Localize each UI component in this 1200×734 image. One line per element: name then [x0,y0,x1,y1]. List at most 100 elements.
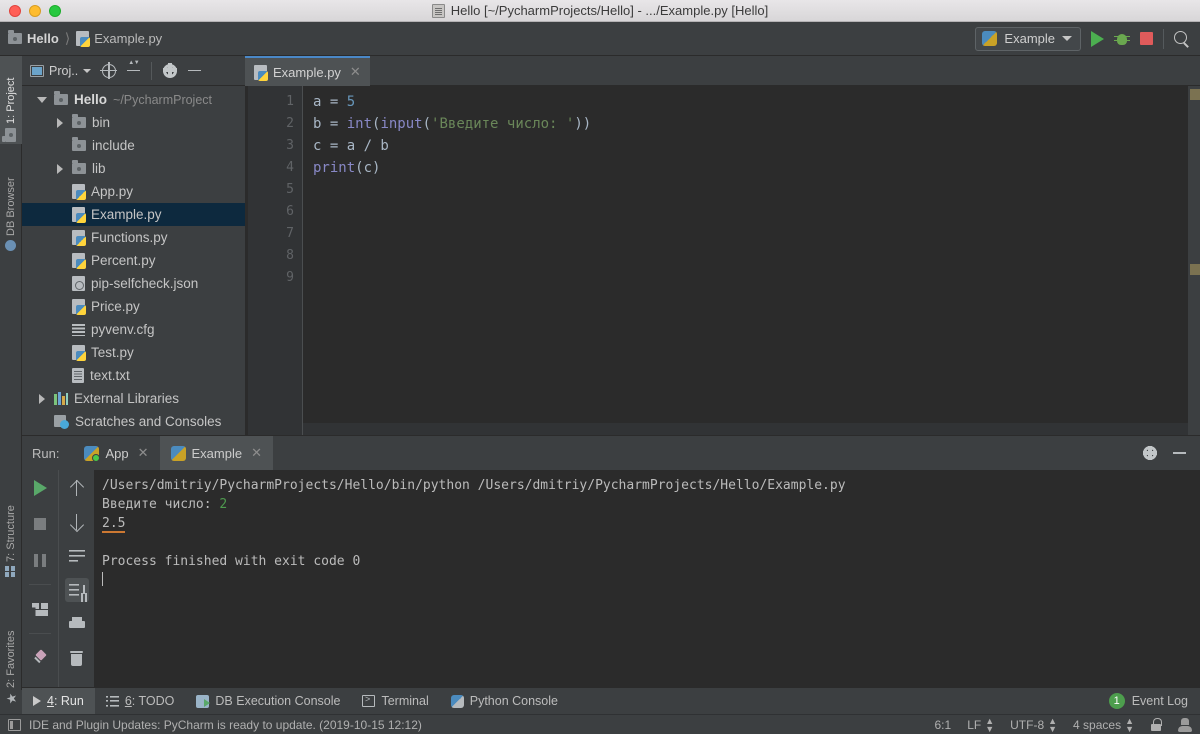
pin-tab-button[interactable] [28,646,52,670]
lock-icon[interactable] [1150,718,1162,731]
project-tree-item-label: Example.py [91,207,162,222]
event-log-area[interactable]: 1 Event Log [1108,693,1200,709]
stop-button[interactable] [1140,32,1153,45]
pycharm-window: Hello [~/PycharmProjects/Hello] - .../Ex… [0,0,1200,734]
run-tab-app-label: App [105,445,129,461]
breadcrumb-project[interactable]: Hello [8,30,59,46]
encoding-selector[interactable]: UTF-8 ▲ ▼ [1010,716,1057,733]
run-configuration-selector[interactable]: Example [975,26,1081,51]
bottom-tab-terminal[interactable]: Terminal [351,688,439,715]
inspector-icon[interactable] [1178,717,1192,732]
print-button[interactable] [65,612,89,636]
bottom-tab-db-execution-console[interactable]: DB Execution Console [185,688,351,715]
gear-icon[interactable] [162,63,178,78]
line-number: 2 [286,116,294,131]
toggle-toolbars-icon[interactable] [8,718,21,731]
run-tab-example[interactable]: Example ✕ [159,436,273,470]
project-tree-item-label: Scratches and Consoles [75,414,222,429]
code-token: input [380,116,423,132]
breadcrumb-file[interactable]: Example.py [76,31,162,47]
project-tree-item[interactable]: Functions.py [22,226,245,249]
project-tree-item[interactable]: pyvenv.cfg [22,318,245,341]
hide-panel-icon[interactable] [1173,452,1186,454]
terminal-icon [362,694,376,707]
editor-code-area[interactable]: a = 5b = int(input('Введите число: ')) c … [303,86,1200,435]
clear-all-button[interactable] [65,646,89,670]
stop-process-button[interactable] [28,512,52,536]
breadcrumb-project-label: Hello [27,31,59,46]
layout-settings-button[interactable] [28,597,52,621]
project-tree-item[interactable]: Price.py [22,295,245,318]
editor-marker-bar[interactable] [1188,86,1200,435]
close-icon[interactable]: ✕ [138,445,149,461]
debug-button[interactable] [1114,31,1130,47]
editor-marker[interactable] [1190,89,1200,100]
console-result-link[interactable]: 2.5 [102,516,126,533]
gear-icon[interactable] [1142,445,1157,460]
soft-wrap-button[interactable] [65,544,89,568]
status-message[interactable]: IDE and Plugin Updates: PyCharm is ready… [29,718,422,732]
down-stack-trace-button[interactable] [65,510,89,534]
project-tree-item-path: ~/PycharmProject [113,92,213,107]
indent-selector[interactable]: 4 spaces ▲ ▼ [1073,716,1134,733]
caret-position[interactable]: 6:1 [935,718,952,732]
up-stack-trace-button[interactable] [65,476,89,500]
sidebar-item-structure[interactable]: 7: Structure [0,474,22,582]
line-number: 1 [286,94,294,109]
line-number: 8 [286,248,294,263]
project-tree-item[interactable]: External Libraries [22,387,245,410]
chevron-down-icon[interactable] [36,94,48,106]
project-panel-title[interactable]: Proj.. [30,64,92,78]
project-tree-item-label: include [92,138,135,153]
project-tree-item[interactable]: Hello ~/PycharmProject [22,88,245,111]
bottom-tab-python-console[interactable]: Python Console [440,688,569,715]
project-tree-item[interactable]: Scratches and Consoles [22,410,245,433]
project-tree-item[interactable]: bin [22,111,245,134]
project-tree-item[interactable]: text.txt [22,364,245,387]
run-tab-app[interactable]: App ✕ [73,436,159,470]
sidebar-item-db-browser[interactable]: DB Browser [0,156,22,256]
collapse-all-icon[interactable] [127,60,141,77]
run-configuration-label: Example [1004,31,1055,46]
pause-output-button[interactable] [28,548,52,572]
scroll-to-end-button[interactable] [64,578,89,602]
close-icon[interactable]: ✕ [251,445,262,461]
python-file-icon [72,184,86,200]
run-icon [33,696,41,706]
editor-marker[interactable] [1190,264,1200,275]
chevron-right-icon[interactable] [54,117,66,129]
hide-panel-icon[interactable] [188,69,202,72]
bottom-tab-todo-key: 6 [124,694,132,708]
status-bar: IDE and Plugin Updates: PyCharm is ready… [0,714,1200,734]
run-button[interactable] [1091,30,1104,47]
window-mode-icon [30,64,44,77]
line-separator-selector[interactable]: LF ▲ ▼ [967,716,994,733]
run-console-output[interactable]: /Users/dmitriy/PycharmProjects/Hello/bin… [94,470,1200,688]
sidebar-item-project[interactable]: 1: Project [0,56,22,144]
project-tree-item[interactable]: Test.py [22,341,245,364]
bottom-tab-run[interactable]: 4: Run [22,687,95,715]
project-tree-item[interactable]: include [22,134,245,157]
python-console-icon [450,694,464,708]
python-run-icon [170,445,186,461]
search-icon[interactable] [1174,30,1190,47]
project-tree-item[interactable]: lib [22,157,245,180]
chevron-right-icon[interactable] [54,163,66,175]
event-log-label: Event Log [1131,694,1188,708]
close-icon[interactable]: ✕ [350,64,361,80]
folder-icon [72,114,86,128]
chevron-right-icon[interactable] [36,393,48,405]
editor-tab-example[interactable]: Example.py ✕ [245,56,370,86]
rerun-button[interactable] [28,476,52,500]
bottom-tab-todo[interactable]: 6: TODO [95,688,186,715]
run-panel-label: Run: [32,445,60,461]
project-tree-item[interactable]: Example.py [22,203,245,226]
project-tree-item[interactable]: pip-selfcheck.json [22,272,245,295]
line-number: 9 [286,270,294,285]
project-tree-item[interactable]: App.py [22,180,245,203]
scroll-from-source-icon[interactable] [100,61,118,79]
project-tree-item[interactable]: Percent.py [22,249,245,272]
sidebar-item-favorites[interactable]: ★ 2: Favorites [0,596,22,708]
line-number: 5 [286,182,294,197]
